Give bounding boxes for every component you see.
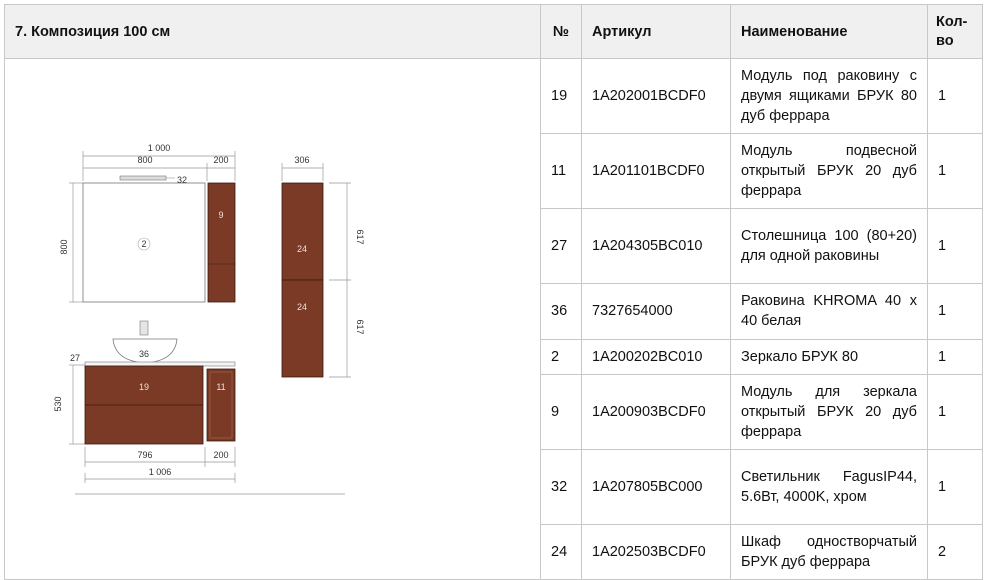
dim-mirror-height: 800 <box>59 239 69 254</box>
cell-number: 27 <box>540 208 582 285</box>
cell-article: 7327654000 <box>581 283 731 340</box>
column-header-quantity: Кол-во <box>927 4 983 59</box>
dim-cabinet-height-upper: 617 <box>355 229 365 244</box>
cell-name: Модуль для зеркала открытый БРУК 20 дуб … <box>730 373 928 450</box>
cell-quantity: 1 <box>927 133 983 210</box>
cell-name: Шкаф одностворчатый БРУК дуб феррара <box>730 523 928 580</box>
column-header-article: Артикул <box>581 4 731 59</box>
dim-base-width: 796 <box>137 450 152 460</box>
cell-number: 2 <box>540 338 582 375</box>
cell-name: Модуль подвесной открытый БРУК 20 дуб фе… <box>730 133 928 210</box>
cell-name: Раковина KHROMA 40 x 40 белая <box>730 283 928 340</box>
tag-mirror: 2 <box>141 239 146 249</box>
cell-name: Светильник FagusIP44, 5.6Вт, 4000K, хром <box>730 448 928 525</box>
dim-module-width-bottom: 200 <box>213 450 228 460</box>
cell-number: 19 <box>540 57 582 135</box>
cell-quantity: 1 <box>927 208 983 285</box>
cell-article: 1A200903BCDF0 <box>581 373 731 450</box>
cell-article: 1A202001BCDF0 <box>581 57 731 135</box>
cell-quantity: 1 <box>927 448 983 525</box>
composition-table: 7. Композиция 100 см № Артикул Наименова… <box>4 4 983 580</box>
tag-lamp: 32 <box>177 175 187 185</box>
composition-drawing-cell: 1 000 800 200 306 32 800 2 9 24 24 617 6… <box>4 58 541 580</box>
dim-cabinet-height-lower: 617 <box>355 319 365 334</box>
cell-quantity: 1 <box>927 338 983 375</box>
technical-drawing: 1 000 800 200 306 32 800 2 9 24 24 617 6… <box>53 143 365 495</box>
dim-module-width-top: 200 <box>213 155 228 165</box>
tag-sink: 36 <box>139 349 149 359</box>
cell-name: Модуль под раковину с двумя ящиками БРУК… <box>730 57 928 135</box>
cell-number: 36 <box>540 283 582 340</box>
column-header-name: Наименование <box>730 4 928 59</box>
dim-base-height: 530 <box>53 396 63 411</box>
cell-number: 9 <box>540 373 582 450</box>
tag-cabinet-lower: 24 <box>297 302 307 312</box>
cell-number: 24 <box>540 523 582 580</box>
cell-article: 1A201101BCDF0 <box>581 133 731 210</box>
cell-article: 1A204305BC010 <box>581 208 731 285</box>
cell-quantity: 1 <box>927 373 983 450</box>
cell-quantity: 1 <box>927 57 983 135</box>
column-header-number: № <box>540 4 582 59</box>
composition-drawing: 1 000 800 200 306 32 800 2 9 24 24 617 6… <box>5 59 540 579</box>
table-header-row: 7. Композиция 100 см № Артикул Наименова… <box>4 4 983 59</box>
tag-base-module: 19 <box>139 382 149 392</box>
tag-side-module: 11 <box>216 382 225 392</box>
cell-name: Столешница 100 (80+20) для одной раковин… <box>730 208 928 285</box>
dim-total-top: 1 000 <box>148 143 171 153</box>
tag-mirror-module: 9 <box>218 210 223 220</box>
cell-number: 11 <box>540 133 582 210</box>
table-row: 1 000 800 200 306 32 800 2 9 24 24 617 6… <box>4 57 983 580</box>
composition-title: 7. Композиция 100 см <box>4 4 541 59</box>
cell-number: 32 <box>540 448 582 525</box>
cell-article: 1A207805BC000 <box>581 448 731 525</box>
dim-total-bottom: 1 006 <box>149 467 172 477</box>
dim-countertop-thickness: 27 <box>70 353 80 363</box>
cell-article: 1A202503BCDF0 <box>581 523 731 580</box>
cell-article: 1A200202BC010 <box>581 338 731 375</box>
dim-mirror-width: 800 <box>137 155 152 165</box>
dim-cabinet-width: 306 <box>294 155 309 165</box>
cell-quantity: 1 <box>927 283 983 340</box>
cell-quantity: 2 <box>927 523 983 580</box>
cell-name: Зеркало БРУК 80 <box>730 338 928 375</box>
tag-cabinet-upper: 24 <box>297 244 307 254</box>
